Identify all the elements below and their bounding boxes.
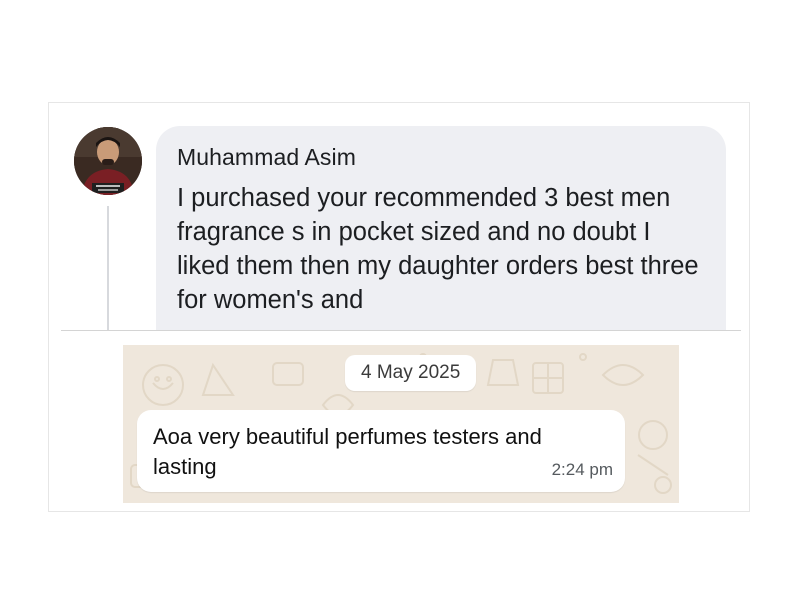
- message-text: Aoa very beautiful perfumes testers and …: [153, 424, 542, 479]
- reply-thread-line: [107, 206, 109, 330]
- avatar[interactable]: [74, 127, 142, 195]
- comment-text: I purchased your recommended 3 best men …: [177, 184, 699, 314]
- message-timestamp: 2:24 pm: [551, 460, 613, 479]
- screenshot-card: Muhammad Asim I purchased your recommend…: [48, 102, 750, 512]
- comment-author[interactable]: Muhammad Asim: [177, 144, 704, 171]
- date-separator: 4 May 2025: [345, 355, 477, 391]
- comment-bubble[interactable]: Muhammad Asim I purchased your recommend…: [156, 126, 726, 330]
- comment-section: Muhammad Asim I purchased your recommend…: [49, 103, 749, 330]
- chat-section: 4 May 2025 Aoa very beautiful perfumes t…: [123, 345, 679, 503]
- message-bubble[interactable]: Aoa very beautiful perfumes testers and …: [137, 410, 625, 492]
- divider: [61, 330, 741, 331]
- profile-photo-icon: [74, 127, 142, 195]
